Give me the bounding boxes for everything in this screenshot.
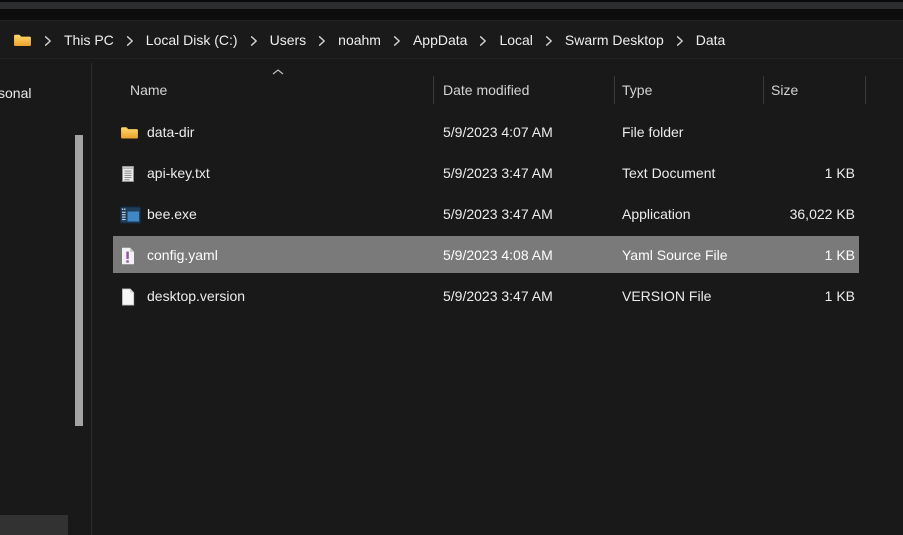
chevron-right-icon: [676, 35, 684, 47]
chevron-right-icon: [250, 35, 258, 47]
sidebar-item-personal[interactable]: sonal: [0, 85, 31, 101]
file-date-modified: 5/9/2023 3:47 AM: [443, 153, 553, 194]
column-divider[interactable]: [865, 76, 866, 104]
chevron-right-icon: [545, 35, 553, 47]
blank-file-icon: [120, 288, 136, 306]
yaml-file-icon: [120, 247, 136, 265]
file-type: File folder: [622, 112, 683, 153]
file-size: 36,022 KB: [790, 194, 855, 235]
file-type: Yaml Source File: [622, 235, 728, 276]
column-divider[interactable]: [433, 76, 434, 104]
navigation-pane: sonal: [0, 59, 91, 535]
breadcrumb-item-local[interactable]: Local: [499, 32, 532, 48]
toolbar-strip: [0, 9, 903, 21]
status-tooltip-fragment: [0, 515, 68, 535]
file-name: data-dir: [147, 112, 194, 153]
breadcrumb-item-local-disk[interactable]: Local Disk (C:): [146, 32, 238, 48]
file-date-modified: 5/9/2023 4:07 AM: [443, 112, 553, 153]
breadcrumb-item-this-pc[interactable]: This PC: [64, 32, 114, 48]
breadcrumb: This PC Local Disk (C:) Users noahm AppD…: [0, 22, 903, 59]
file-date-modified: 5/9/2023 3:47 AM: [443, 276, 553, 317]
folder-icon: [120, 125, 139, 140]
file-date-modified: 5/9/2023 3:47 AM: [443, 194, 553, 235]
chevron-right-icon: [126, 35, 134, 47]
file-row-bee-exe[interactable]: bee.exe 5/9/2023 3:47 AM Application 36,…: [92, 194, 903, 235]
column-header-size[interactable]: Size: [771, 72, 798, 108]
file-type: Text Document: [622, 153, 715, 194]
file-size: 1 KB: [825, 153, 855, 194]
breadcrumb-item-data[interactable]: Data: [696, 32, 726, 48]
column-header-row: Name Date modified Type Size: [92, 72, 903, 108]
titlebar-strip: [0, 2, 903, 9]
column-header-type[interactable]: Type: [622, 72, 652, 108]
text-document-icon: [120, 165, 136, 183]
column-header-date-modified[interactable]: Date modified: [443, 72, 529, 108]
file-row-desktop-version[interactable]: desktop.version 5/9/2023 3:47 AM VERSION…: [92, 276, 903, 317]
file-name: desktop.version: [147, 276, 245, 317]
column-header-name[interactable]: Name: [130, 72, 167, 108]
column-divider[interactable]: [614, 76, 615, 104]
file-rows: data-dir 5/9/2023 4:07 AM File folder ap…: [92, 112, 903, 317]
application-icon: [120, 206, 141, 223]
sidebar-scrollbar-thumb[interactable]: [75, 135, 83, 426]
file-name: bee.exe: [147, 194, 197, 235]
chevron-right-icon: [44, 35, 52, 47]
chevron-right-icon: [479, 35, 487, 47]
breadcrumb-item-users[interactable]: Users: [270, 32, 307, 48]
file-row-api-key[interactable]: api-key.txt 5/9/2023 3:47 AM Text Docume…: [92, 153, 903, 194]
file-name: config.yaml: [147, 235, 218, 276]
file-size: 1 KB: [825, 235, 855, 276]
file-size: 1 KB: [825, 276, 855, 317]
chevron-right-icon: [393, 35, 401, 47]
file-type: VERSION File: [622, 276, 711, 317]
sort-ascending-icon: [272, 69, 284, 75]
location-folder-icon[interactable]: [13, 33, 32, 48]
breadcrumb-item-swarm-desktop[interactable]: Swarm Desktop: [565, 32, 664, 48]
chevron-right-icon: [318, 35, 326, 47]
file-row-config-yaml[interactable]: config.yaml 5/9/2023 4:08 AM Yaml Source…: [92, 235, 903, 276]
file-explorer-window: This PC Local Disk (C:) Users noahm AppD…: [0, 0, 903, 535]
file-row-data-dir[interactable]: data-dir 5/9/2023 4:07 AM File folder: [92, 112, 903, 153]
breadcrumb-item-noahm[interactable]: noahm: [338, 32, 381, 48]
column-divider[interactable]: [763, 76, 764, 104]
file-date-modified: 5/9/2023 4:08 AM: [443, 235, 553, 276]
file-type: Application: [622, 194, 691, 235]
explorer-body: sonal Name Date modified Type Size dat: [0, 59, 903, 535]
file-name: api-key.txt: [147, 153, 210, 194]
file-list-pane: Name Date modified Type Size data-dir 5/…: [92, 59, 903, 535]
breadcrumb-item-appdata[interactable]: AppData: [413, 32, 467, 48]
